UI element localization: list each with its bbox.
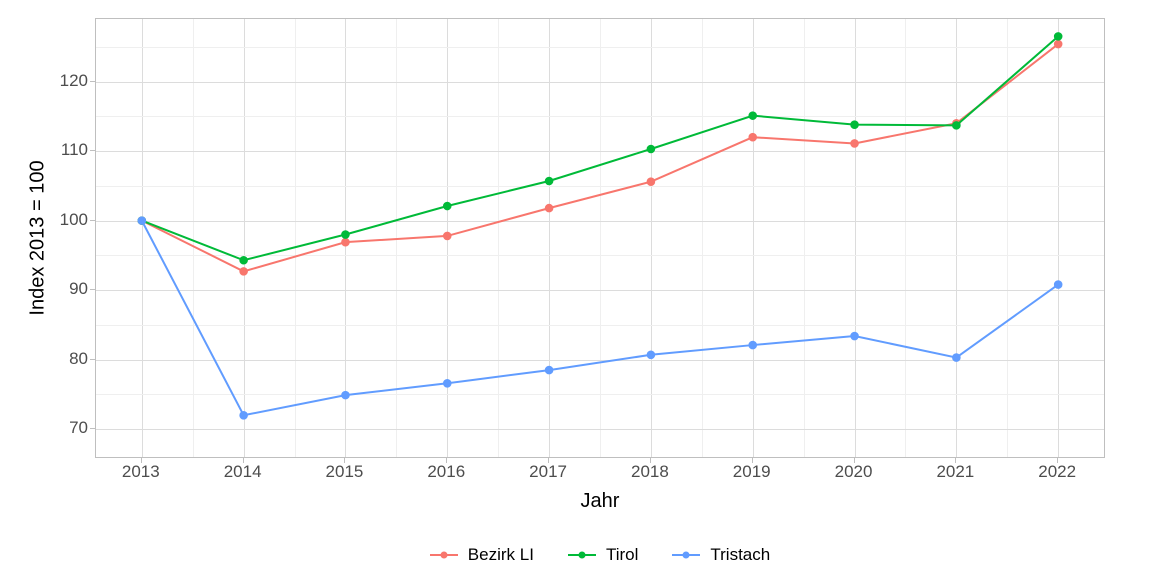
x-tick-mark [548, 458, 549, 463]
legend-item: Tristach [672, 545, 770, 565]
series-point [444, 233, 451, 240]
x-tick-label: 2015 [326, 462, 364, 482]
series-point [342, 231, 349, 238]
x-tick-mark [446, 458, 447, 463]
y-tick-mark [90, 289, 95, 290]
series-point [546, 367, 553, 374]
legend-swatch-icon [568, 554, 596, 556]
x-tick-label: 2020 [835, 462, 873, 482]
series-point [342, 392, 349, 399]
y-tick-label: 70 [0, 418, 88, 438]
y-tick-label: 90 [0, 279, 88, 299]
legend-label: Tristach [710, 545, 770, 565]
legend-label: Tirol [606, 545, 638, 565]
plot-panel [95, 18, 1105, 458]
series-point [749, 112, 756, 119]
series-point [1055, 281, 1062, 288]
line-series-svg [96, 19, 1104, 457]
series-point [546, 178, 553, 185]
series-point [1055, 41, 1062, 48]
y-tick-mark [90, 428, 95, 429]
series-line [142, 44, 1058, 271]
series-line [142, 221, 1058, 416]
series-point [240, 412, 247, 419]
series-point [444, 380, 451, 387]
x-tick-label: 2016 [427, 462, 465, 482]
x-tick-label: 2013 [122, 462, 160, 482]
series-point [953, 354, 960, 361]
x-tick-mark [344, 458, 345, 463]
series-point [851, 333, 858, 340]
series-point [851, 140, 858, 147]
y-tick-mark [90, 359, 95, 360]
series-point [139, 217, 146, 224]
series-point [240, 268, 247, 275]
legend-swatch-icon [672, 554, 700, 556]
x-tick-mark [650, 458, 651, 463]
y-tick-label: 80 [0, 349, 88, 369]
legend-item: Tirol [568, 545, 638, 565]
series-point [546, 205, 553, 212]
series-point [444, 203, 451, 210]
series-point [953, 122, 960, 129]
y-tick-mark [90, 220, 95, 221]
x-tick-mark [752, 458, 753, 463]
series-point [648, 146, 655, 153]
legend-swatch-icon [430, 554, 458, 556]
series-point [240, 257, 247, 264]
y-tick-mark [90, 150, 95, 151]
x-axis-tick-labels: 2013 2014 2015 2016 2017 2018 2019 2020 2021 2022 [95, 462, 1105, 486]
legend-label: Bezirk LI [468, 545, 534, 565]
x-tick-mark [1057, 458, 1058, 463]
x-tick-mark [854, 458, 855, 463]
x-tick-mark [955, 458, 956, 463]
y-tick-label: 100 [0, 210, 88, 230]
x-tick-label: 2017 [529, 462, 567, 482]
x-tick-mark [141, 458, 142, 463]
series-line [142, 36, 1058, 260]
x-tick-label: 2019 [733, 462, 771, 482]
x-tick-label: 2021 [936, 462, 974, 482]
series-point [342, 239, 349, 246]
x-tick-mark [243, 458, 244, 463]
x-axis-title: Jahr [95, 490, 1105, 513]
y-tick-label: 110 [0, 140, 88, 160]
series-point [851, 121, 858, 128]
series-point [749, 134, 756, 141]
y-tick-label: 120 [0, 71, 88, 91]
legend-item: Bezirk LI [430, 545, 534, 565]
series-point [648, 352, 655, 359]
legend: Bezirk LI Tirol Tristach [95, 540, 1105, 570]
x-tick-label: 2022 [1038, 462, 1076, 482]
y-tick-mark [90, 81, 95, 82]
series-point [749, 342, 756, 349]
x-tick-label: 2018 [631, 462, 669, 482]
x-tick-label: 2014 [224, 462, 262, 482]
chart-container: Index 2013 = 100 708090100110120 2013201… [0, 0, 1152, 576]
y-axis-tick-labels: 70 80 90 100 110 120 [0, 18, 88, 458]
series-point [1055, 33, 1062, 40]
series-point [648, 178, 655, 185]
